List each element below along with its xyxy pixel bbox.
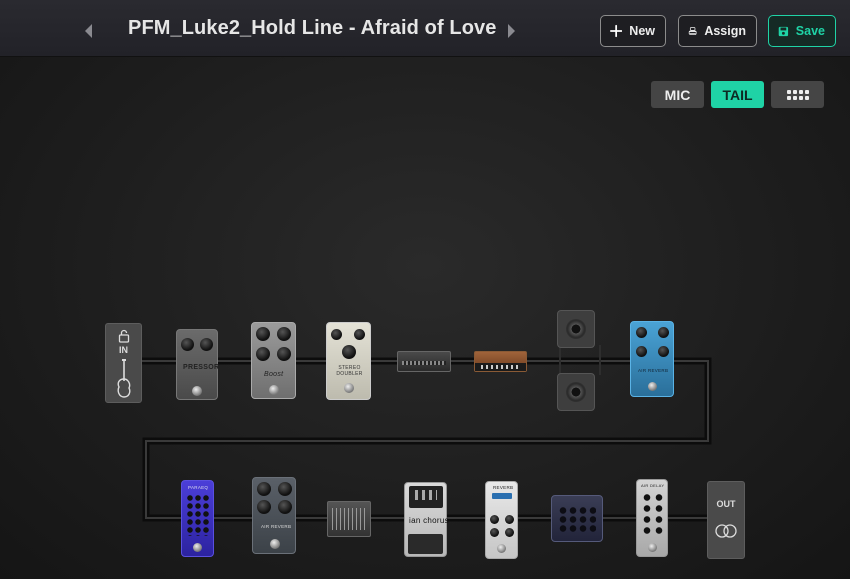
- doubler-knob[interactable]: [342, 345, 356, 359]
- grey-reverb-label: AIR REVERB: [261, 524, 292, 529]
- save-button[interactable]: Save: [768, 15, 836, 47]
- input-block[interactable]: IN: [105, 323, 142, 403]
- reverb-knob[interactable]: [505, 515, 514, 524]
- reverb-footswitch[interactable]: [497, 544, 506, 553]
- chorus-footswitch[interactable]: [408, 534, 443, 554]
- stereo-output-icon: [715, 524, 737, 538]
- assign-button-label: Assign: [704, 24, 746, 38]
- reverb-pedal[interactable]: REVERB: [485, 481, 518, 559]
- plus-icon: [610, 24, 623, 38]
- compressor-knob[interactable]: [200, 338, 213, 351]
- next-preset-button[interactable]: [502, 18, 522, 44]
- grey-reverb-footswitch[interactable]: [270, 539, 280, 549]
- boost-label: Boost: [264, 371, 284, 378]
- reverb-knob[interactable]: [636, 346, 647, 357]
- reverb-knob[interactable]: [505, 528, 514, 537]
- save-button-label: Save: [795, 24, 825, 38]
- unlock-icon: [118, 329, 129, 343]
- signal-chain-canvas: MIC TAIL IN PRESSOR Boost STEREO DOUBLER…: [0, 57, 850, 579]
- new-button-label: New: [629, 24, 655, 38]
- stereo-doubler-pedal[interactable]: STEREO DOUBLER: [326, 322, 371, 400]
- output-label: OUT: [716, 499, 736, 509]
- grey-reverb-knob[interactable]: [257, 482, 271, 496]
- reverb-label: REVERB: [493, 485, 514, 490]
- delay-label: AIR DELAY: [641, 483, 665, 488]
- grey-reverb-knob[interactable]: [257, 500, 271, 514]
- speaker-icon: [566, 382, 586, 402]
- graphic-eq-sliders[interactable]: [332, 508, 366, 530]
- doubler-label: STEREO DOUBLER: [336, 365, 363, 377]
- blue-reverb-pedal[interactable]: AIR REVERB: [630, 321, 674, 397]
- boost-footswitch[interactable]: [269, 385, 279, 395]
- amp-1-block[interactable]: [397, 351, 451, 372]
- compressor-pedal[interactable]: PRESSOR: [176, 329, 220, 400]
- boost-knob[interactable]: [256, 347, 270, 361]
- output-block[interactable]: OUT: [707, 481, 745, 559]
- delay-footswitch[interactable]: [648, 543, 657, 552]
- doubler-knob[interactable]: [354, 329, 365, 340]
- boost-knob[interactable]: [256, 327, 270, 341]
- grey-reverb-knob[interactable]: [278, 500, 292, 514]
- rack-delay-block[interactable]: [551, 495, 603, 542]
- reverb-knob[interactable]: [658, 346, 669, 357]
- compressor-footswitch[interactable]: [192, 386, 202, 396]
- preset-title: PFM_Luke2_Hold Line - Afraid of Love: [128, 17, 497, 39]
- reverb-knob[interactable]: [658, 327, 669, 338]
- doubler-knob[interactable]: [331, 329, 342, 340]
- chorus-label: ian chorus: [409, 516, 449, 525]
- footswitch-icon: [688, 27, 697, 35]
- chevron-left-icon: [85, 24, 92, 38]
- blue-reverb-footswitch[interactable]: [648, 382, 657, 391]
- chorus-knobs[interactable]: [415, 490, 437, 500]
- delay-pedal[interactable]: AIR DELAY: [636, 479, 668, 557]
- boost-knob[interactable]: [277, 327, 291, 341]
- top-bar: PFM_Luke2_Hold Line - Afraid of Love New…: [0, 0, 850, 57]
- assign-button[interactable]: Assign: [678, 15, 757, 47]
- compressor-knob[interactable]: [181, 338, 194, 351]
- graphic-eq-block[interactable]: [327, 501, 371, 537]
- parametric-eq-knobs[interactable]: [186, 494, 210, 536]
- reverb-knob[interactable]: [490, 515, 499, 524]
- amp-1-controls: [402, 361, 446, 365]
- parametric-eq-label: PARAEQ: [188, 485, 209, 490]
- reverb-knob[interactable]: [636, 327, 647, 338]
- compressor-label: PRESSOR: [183, 364, 220, 371]
- speaker-icon: [566, 319, 586, 339]
- reverb-display: [492, 493, 512, 499]
- boost-pedal[interactable]: Boost: [251, 322, 296, 399]
- previous-preset-button[interactable]: [78, 18, 98, 44]
- reverb-knob[interactable]: [490, 528, 499, 537]
- amp-2-block[interactable]: [474, 351, 527, 372]
- boost-knob[interactable]: [277, 347, 291, 361]
- delay-knobs[interactable]: [641, 492, 665, 537]
- parametric-eq-footswitch[interactable]: [193, 543, 202, 552]
- new-preset-button[interactable]: New: [600, 15, 666, 47]
- rack-delay-knobs[interactable]: [558, 506, 596, 532]
- chorus-pedal[interactable]: ian chorus: [404, 482, 449, 557]
- blue-reverb-label: AIR REVERB: [638, 368, 669, 373]
- parametric-eq-pedal[interactable]: PARAEQ: [181, 480, 214, 557]
- chorus-control-panel: [409, 486, 443, 508]
- doubler-footswitch[interactable]: [344, 383, 354, 393]
- grey-reverb-knob[interactable]: [278, 482, 292, 496]
- input-label: IN: [119, 345, 128, 355]
- cab-1-block[interactable]: [557, 310, 595, 348]
- guitar-icon: [117, 359, 130, 398]
- amp-2-controls: [481, 365, 521, 369]
- cab-2-block[interactable]: [557, 373, 595, 411]
- chevron-right-icon: [508, 24, 515, 38]
- grey-reverb-pedal[interactable]: AIR REVERB: [252, 477, 296, 554]
- save-disk-icon: [778, 26, 789, 36]
